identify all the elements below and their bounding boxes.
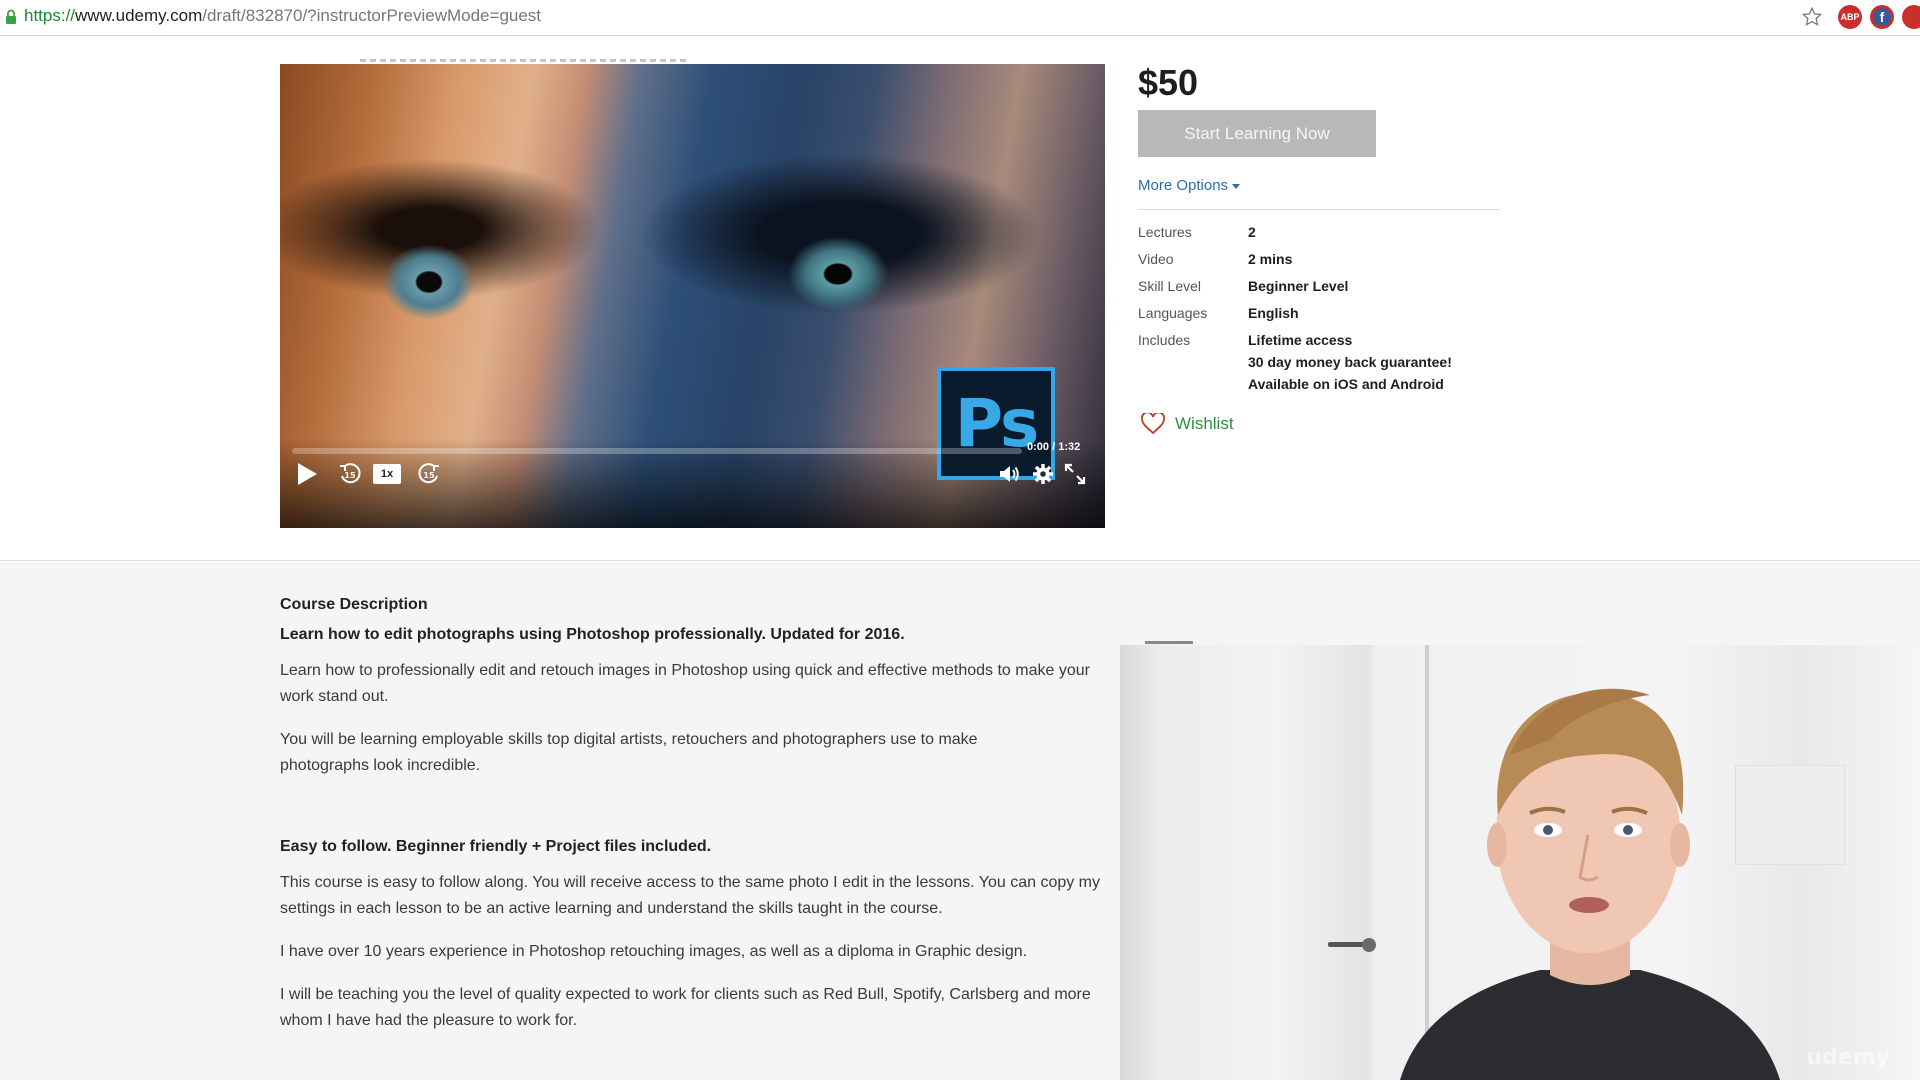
course-price: $50 [1138, 62, 1199, 103]
description-heading: Course Description [280, 596, 428, 613]
address-bar[interactable]: https://www.udemy.com/draft/832870/?inst… [0, 0, 1920, 36]
spec-label: Video [1138, 251, 1174, 267]
spec-value-line: 2 [1248, 224, 1256, 240]
spec-row: Lectures 2 [1138, 221, 1538, 243]
spec-row: Languages English [1138, 302, 1538, 324]
description-intro: Learn how to edit photographs using Phot… [280, 626, 905, 643]
spec-row: Video 2 mins [1138, 248, 1538, 270]
playback-speed-button[interactable]: 1x [370, 458, 404, 490]
duration: 1:32 [1058, 441, 1081, 453]
wishlist-button[interactable]: Wishlist [1141, 413, 1234, 435]
spec-label: Skill Level [1138, 278, 1202, 294]
time-separator: / [1052, 441, 1056, 453]
volume-icon [1000, 466, 1019, 482]
adblock-extension-icon[interactable]: ABP [1838, 5, 1862, 29]
svg-text:15: 15 [344, 471, 356, 480]
url-text[interactable]: https://www.udemy.com/draft/832870/?inst… [24, 6, 541, 26]
spec-value: 2 mins [1248, 248, 1292, 270]
spec-label: Languages [1138, 305, 1208, 321]
spec-label: Lectures [1138, 224, 1192, 240]
spec-value-line: English [1248, 305, 1299, 321]
spec-row: Skill Level Beginner Level [1138, 275, 1538, 297]
instructor-webcam-overlay: udemy [1120, 645, 1920, 1080]
lock-icon [6, 9, 16, 24]
video-time: 0:00 / 1:32 [1027, 441, 1080, 453]
url-path: /draft/832870/?instructorPreviewMode=gue… [202, 6, 542, 25]
rewind-15-button[interactable]: 15 [335, 458, 365, 490]
gear-icon [1033, 464, 1053, 484]
forward-15-button[interactable]: 15 [414, 458, 444, 490]
fullscreen-icon [1064, 463, 1086, 485]
spec-value-line: 2 mins [1248, 251, 1293, 267]
video-player[interactable]: Ps 0:00 / 1:32 15 1x 15 [280, 64, 1105, 528]
svg-text:15: 15 [423, 471, 435, 480]
settings-button[interactable] [1028, 458, 1058, 490]
video-progress-bar[interactable] [292, 448, 1022, 454]
facebook-extension-icon[interactable]: f [1870, 5, 1894, 29]
spec-value: English [1248, 302, 1299, 324]
description-subheading: Easy to follow. Beginner friendly + Proj… [280, 838, 712, 855]
current-time: 0:00 [1027, 441, 1050, 453]
spec-value: 2 [1248, 221, 1256, 243]
spec-row: Includes Lifetime access 30 day money back… [1138, 329, 1538, 395]
play-button[interactable] [292, 458, 322, 490]
fullscreen-button[interactable] [1060, 458, 1090, 490]
url-host: www.udemy.com [75, 6, 203, 25]
more-options-label: More Options [1138, 177, 1229, 194]
description-paragraph: This course is easy to follow along. You… [280, 874, 1101, 917]
description-paragraph: Learn how to professionally edit and ret… [280, 662, 1090, 705]
spec-value-line: 30 day money back guarantee! [1248, 354, 1452, 370]
url-protocol: https:// [24, 6, 76, 25]
instructor-person [1400, 688, 1780, 1080]
divider [1138, 209, 1501, 210]
course-specs: Lectures 2 Video 2 mins Skill Level Beginner … [1138, 221, 1538, 400]
caret-down-icon [1232, 183, 1241, 189]
description-paragraph: You will be learning employable skills t… [280, 731, 978, 774]
course-description: Course Description Learn how to edit pho… [280, 596, 1110, 1051]
spec-label: Includes [1138, 332, 1191, 348]
start-learning-button[interactable]: Start Learning Now [1138, 110, 1376, 157]
bookmark-star-icon[interactable] [1801, 6, 1823, 28]
heart-icon [1141, 413, 1165, 435]
forward-15-icon: 15 [418, 463, 439, 484]
spec-value-line: Lifetime access [1248, 332, 1353, 348]
rewind-15-icon: 15 [340, 463, 361, 484]
spec-value: Lifetime access 30 day money back guarant… [1248, 329, 1452, 395]
wishlist-label: Wishlist [1175, 414, 1234, 433]
more-options-link[interactable]: More Options [1138, 177, 1241, 194]
spec-value: Beginner Level [1248, 275, 1348, 297]
udemy-watermark: udemy [1806, 1045, 1890, 1070]
course-header-section: Ps 0:00 / 1:32 15 1x 15 $50 Start Learni… [0, 37, 1920, 561]
spec-value-line: Available on iOS and Android [1248, 376, 1444, 392]
description-paragraph: I have over 10 years experience in Photo… [280, 943, 1028, 960]
volume-button[interactable] [995, 458, 1025, 490]
play-icon [298, 463, 317, 485]
description-paragraph: I will be teaching you the level of qual… [280, 986, 1091, 1029]
spec-value-line: Beginner Level [1248, 278, 1349, 294]
playback-speed-label: 1x [372, 464, 402, 484]
pinterest-extension-icon[interactable] [1902, 5, 1920, 29]
